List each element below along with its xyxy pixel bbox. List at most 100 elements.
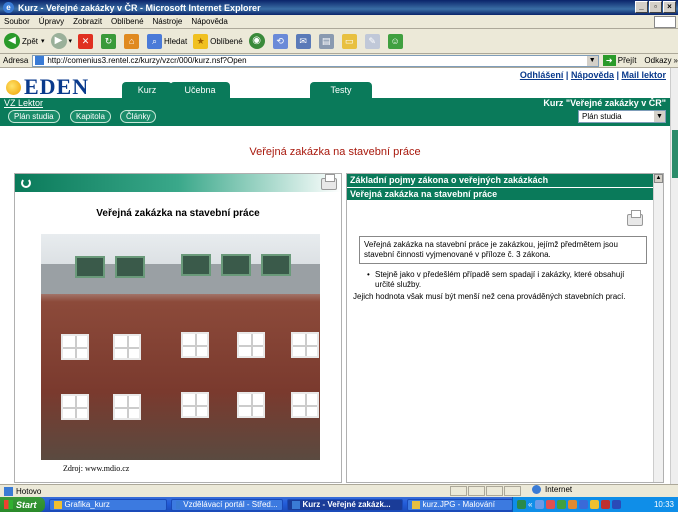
task-portal[interactable]: Vzdělávací portál - Střed... [170, 498, 283, 511]
tray-icon[interactable] [601, 500, 611, 509]
photo-window [237, 332, 265, 358]
go-arrow-icon: ➜ [602, 55, 616, 66]
window-title: Kurz - Veřejné zakázky v ČR - Microsoft … [18, 2, 261, 13]
address-input[interactable]: http://comenius3.rentel.cz/kurzy/vzcr/00… [32, 54, 599, 67]
address-url: http://comenius3.rentel.cz/kurzy/vzcr/00… [47, 56, 247, 65]
task-grafika[interactable]: Grafika_kurz [48, 498, 167, 511]
favorites-label: Oblíbené [210, 36, 243, 46]
links-chevron-icon[interactable]: » [674, 56, 678, 65]
tray-icon[interactable] [612, 500, 622, 509]
maximize-button[interactable]: ▫ [649, 1, 662, 13]
toolbar: ◀ Zpět ▾ ▶ ▾ ✕ ↻ ⌂ ⌕ Hledat ★ Oblíbené ◉… [0, 29, 678, 54]
menu-edit[interactable]: Úpravy [39, 17, 64, 26]
image-source: Zdroj: www.mdio.cz [63, 464, 130, 473]
menu-tools[interactable]: Nástroje [153, 17, 183, 26]
close-button[interactable]: × [663, 1, 676, 13]
page-icon [35, 56, 45, 65]
menu-view[interactable]: Zobrazit [73, 17, 102, 26]
logout-link[interactable]: Odhlášení [520, 70, 564, 80]
folder-button[interactable]: ▭ [341, 33, 359, 49]
task-label: Vzdělávací portál - Střed... [183, 500, 278, 509]
mail-lektor-link[interactable]: Mail lektor [621, 70, 666, 80]
photo-window [237, 392, 265, 418]
messenger-button[interactable]: ☺ [387, 33, 405, 49]
back-button[interactable]: ◀ Zpět ▾ [4, 33, 45, 49]
page-title: Veřejná zakázka na stavební práce [249, 146, 421, 158]
scroll-up-icon[interactable]: ▲ [654, 174, 663, 183]
window-buttons: _ ▫ × [635, 1, 676, 13]
star-icon: ★ [193, 33, 209, 49]
tray-icon[interactable] [557, 500, 567, 509]
tab-testy[interactable]: Testy [310, 82, 372, 98]
help-link[interactable]: Nápověda [571, 70, 614, 80]
home-icon: ⌂ [124, 33, 140, 49]
tray-icon[interactable] [568, 500, 578, 509]
start-button[interactable]: Start [0, 497, 45, 512]
print-icon: ▤ [318, 33, 334, 49]
favorites-button[interactable]: ★ Oblíbené [193, 33, 243, 49]
home-button[interactable]: ⌂ [124, 33, 141, 49]
history-button[interactable]: ⟲ [272, 33, 290, 49]
task-kurz[interactable]: Kurz - Veřejné zakázk... [286, 498, 403, 511]
page-scroll-thumb[interactable] [672, 130, 678, 178]
folder-icon [53, 500, 62, 509]
print-button[interactable]: ▤ [318, 33, 336, 49]
status-cell [504, 486, 521, 496]
select-dropdown-icon[interactable]: ▼ [654, 111, 665, 122]
page-scrollbar[interactable] [670, 68, 678, 484]
ie-icon: e [3, 2, 14, 13]
mail-button[interactable]: ✉ [295, 33, 313, 49]
folder-icon: ▭ [341, 33, 357, 49]
tray-icon[interactable] [517, 500, 526, 509]
site-tabs: Kurz Učebna Testy [0, 82, 670, 98]
tray-expand-icon[interactable]: « [528, 500, 532, 509]
media-button[interactable]: ◉ [248, 33, 267, 49]
study-plan-select[interactable]: Plán studia ▼ [578, 110, 666, 123]
back-label: Zpět [22, 36, 39, 46]
image-panel-title: Veřejná zakázka na stavební práce [96, 208, 260, 219]
stop-button[interactable]: ✕ [78, 33, 95, 49]
links-button[interactable]: Odkazy [644, 56, 671, 65]
menu-file[interactable]: Soubor [4, 17, 30, 26]
tray-icon[interactable] [590, 500, 600, 509]
forward-dropdown-icon[interactable]: ▾ [69, 37, 73, 45]
back-dropdown-icon[interactable]: ▾ [41, 37, 45, 45]
minimize-button[interactable]: _ [635, 1, 648, 13]
tray-icon[interactable] [579, 500, 589, 509]
tab-kurz[interactable]: Kurz [122, 82, 172, 98]
edit-icon: ✎ [364, 33, 380, 49]
printer-icon[interactable] [321, 174, 337, 190]
site-header: EDEN Kurz Učebna Testy Odhlášení | Nápov… [0, 68, 670, 99]
kapitola-button[interactable]: Kapitola [70, 110, 111, 123]
printer-icon[interactable] [627, 210, 643, 226]
tray-icon[interactable] [546, 500, 556, 509]
window-titlebar: e Kurz - Veřejné zakázky v ČR - Microsof… [0, 0, 678, 15]
text-panel: Základní pojmy zákona o veřejných zakázk… [346, 173, 664, 483]
search-button[interactable]: ⌕ Hledat [147, 33, 187, 49]
text-panel-header: Základní pojmy zákona o veřejných zakázk… [347, 174, 663, 187]
task-label: Kurz - Veřejné zakázk... [302, 500, 391, 509]
menu-favorites[interactable]: Oblíbené [111, 17, 143, 26]
photo-dormer [181, 254, 211, 276]
course-title: Kurz "Veřejné zakázky v ČR" [543, 98, 666, 108]
refresh-button[interactable]: ↻ [101, 33, 118, 49]
task-label: kurz.JPG - Malování [422, 500, 495, 509]
tray-icon[interactable] [535, 500, 545, 509]
value-limit-text: Jejich hodnota však musí být menší než c… [353, 292, 626, 301]
task-paint[interactable]: kurz.JPG - Malování [406, 498, 513, 511]
security-zone: Internet [532, 485, 572, 494]
status-cell [468, 486, 485, 496]
address-bar: Adresa http://comenius3.rentel.cz/kurzy/… [0, 54, 678, 68]
forward-button[interactable]: ▶ ▾ [50, 33, 73, 49]
go-label: Přejít [617, 56, 637, 65]
image-panel: Veřejná zakázka na stavební práce Zdroj:… [14, 173, 342, 483]
clanky-button[interactable]: Články [120, 110, 157, 123]
go-button[interactable]: ➜ Přejít [602, 55, 637, 66]
tab-ucebna[interactable]: Učebna [170, 82, 230, 98]
plan-studia-button[interactable]: Plán studia [8, 110, 60, 123]
edit-button[interactable]: ✎ [364, 33, 382, 49]
vz-lektor-link[interactable]: VZ Lektor [4, 98, 43, 108]
text-panel-scrollbar[interactable]: ▲ [653, 174, 663, 482]
menu-help[interactable]: Nápověda [191, 17, 227, 26]
address-dropdown-icon[interactable]: ▼ [586, 55, 598, 66]
